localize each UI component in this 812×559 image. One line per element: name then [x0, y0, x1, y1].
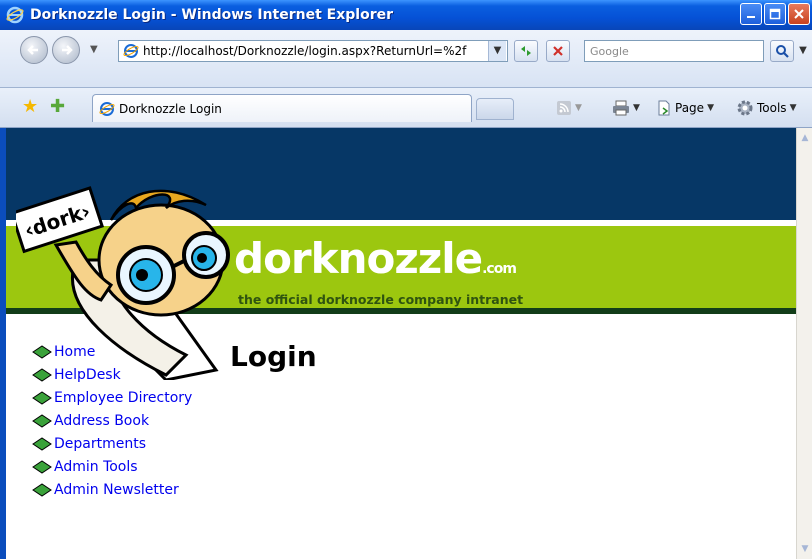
search-options-dropdown[interactable]: ▼	[796, 40, 810, 62]
bullet-icon	[32, 413, 52, 428]
close-icon	[794, 9, 804, 19]
printer-icon	[613, 100, 629, 116]
menu-item-label[interactable]: Employee Directory	[54, 390, 192, 406]
menu-item-label[interactable]: Address Book	[54, 413, 149, 429]
menu-item-label[interactable]: Admin Tools	[54, 459, 138, 475]
bullet-icon	[32, 367, 52, 382]
page-menu-button[interactable]: Page ▼	[656, 97, 714, 119]
menu-item-helpdesk[interactable]: HelpDesk	[32, 363, 192, 386]
scroll-down-icon[interactable]: ▼	[798, 541, 812, 557]
add-favorite-icon[interactable]: ✚	[50, 96, 65, 117]
minimize-icon	[747, 16, 755, 18]
tab-page-icon	[99, 101, 115, 116]
stop-icon	[553, 46, 563, 56]
menu-item-departments[interactable]: Departments	[32, 432, 192, 455]
window-title-bar[interactable]: Dorknozzle Login - Windows Internet Expl…	[0, 0, 812, 30]
brand-name: dorknozzle	[234, 234, 483, 283]
bullet-icon	[32, 459, 52, 474]
maximize-button[interactable]	[764, 3, 786, 25]
tools-menu-button[interactable]: Tools ▼	[736, 97, 796, 119]
bullet-icon	[32, 482, 52, 497]
forward-arrow-icon	[62, 45, 73, 55]
ie-logo-icon	[6, 6, 24, 24]
back-button[interactable]	[20, 36, 48, 64]
bullet-icon	[32, 344, 52, 359]
back-arrow-icon	[27, 45, 38, 55]
close-window-button[interactable]	[788, 3, 810, 25]
bullet-icon	[32, 390, 52, 405]
page-viewport: dorknozzle.com the official dorknozzle c…	[0, 128, 796, 559]
menu-item-label[interactable]: HelpDesk	[54, 367, 121, 383]
menu-item-label[interactable]: Admin Newsletter	[54, 482, 179, 498]
feeds-button[interactable]: ▼	[556, 97, 582, 119]
maximize-icon	[769, 8, 781, 20]
new-tab-button[interactable]	[476, 98, 514, 120]
refresh-icon	[521, 46, 531, 56]
window-title: Dorknozzle Login - Windows Internet Expl…	[30, 7, 394, 23]
menu-item-home[interactable]: Home	[32, 340, 192, 363]
page-menu-label: Page	[675, 101, 705, 115]
page-icon	[123, 44, 139, 58]
minimize-button[interactable]	[740, 3, 762, 25]
refresh-button[interactable]	[514, 40, 538, 62]
bullet-icon	[32, 436, 52, 451]
navigation-bar: ▼ http://localhost/Dorknozzle/login.aspx…	[0, 30, 812, 88]
brand-suffix: .com	[482, 261, 517, 277]
page-icon	[658, 100, 670, 116]
menu-item-admin-tools[interactable]: Admin Tools	[32, 455, 192, 478]
brand-logo: dorknozzle.com the official dorknozzle c…	[234, 238, 524, 308]
gear-icon	[737, 100, 753, 116]
search-icon	[776, 45, 789, 58]
recent-pages-dropdown[interactable]: ▼	[90, 44, 98, 55]
tab-bar: ★ ✚ Dorknozzle Login ▼ ▼ Page ▼ Tools ▼	[0, 88, 812, 128]
page-title: Login	[230, 340, 317, 373]
menu-item-label[interactable]: Home	[54, 344, 95, 360]
feed-icon	[557, 101, 571, 115]
favorites-star-icon[interactable]: ★	[22, 96, 38, 117]
address-url: http://localhost/Dorknozzle/login.aspx?R…	[143, 44, 467, 58]
search-input[interactable]: Google	[584, 40, 764, 62]
print-button[interactable]: ▼	[612, 97, 640, 119]
address-bar[interactable]: http://localhost/Dorknozzle/login.aspx?R…	[118, 40, 508, 62]
menu-item-label[interactable]: Departments	[54, 436, 146, 452]
tab-label: Dorknozzle Login	[119, 101, 222, 116]
brand-tagline: the official dorknozzle company intranet	[238, 292, 524, 307]
menu-item-employee-directory[interactable]: Employee Directory	[32, 386, 192, 409]
tools-menu-label: Tools	[757, 101, 787, 115]
vertical-scrollbar[interactable]: ▲ ▼	[796, 128, 812, 559]
address-dropdown[interactable]: ▼	[488, 41, 506, 61]
forward-button[interactable]	[52, 36, 80, 64]
menu-item-address-book[interactable]: Address Book	[32, 409, 192, 432]
search-button[interactable]	[770, 40, 794, 62]
site-menu: Home HelpDesk Employee Directory Address…	[32, 340, 192, 501]
menu-item-admin-newsletter[interactable]: Admin Newsletter	[32, 478, 192, 501]
tab-dorknozzle-login[interactable]: Dorknozzle Login	[92, 94, 472, 122]
stop-button[interactable]	[546, 40, 570, 62]
scroll-up-icon[interactable]: ▲	[798, 130, 812, 146]
